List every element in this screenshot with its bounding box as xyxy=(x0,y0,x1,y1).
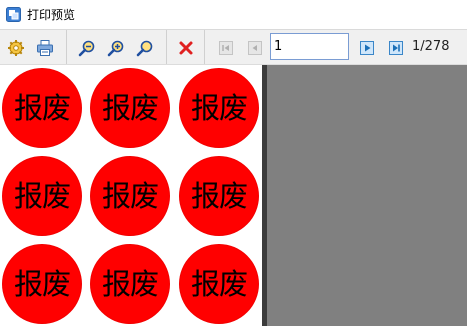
window-title: 打印预览 xyxy=(27,8,76,22)
scrap-stamp: 报废 xyxy=(91,157,169,235)
page-edge-shadow xyxy=(262,65,267,326)
preview-area[interactable]: 报废 报废 报废 报废 报废 报废 报废 报废 报废 xyxy=(0,65,467,326)
prev-page-button[interactable] xyxy=(245,38,265,58)
close-preview-button[interactable] xyxy=(176,38,196,58)
next-page-icon xyxy=(360,41,374,55)
last-page-button[interactable] xyxy=(386,38,406,58)
app-icon xyxy=(6,7,21,22)
scrap-stamp: 报废 xyxy=(180,69,258,147)
scrap-stamp: 报废 xyxy=(180,245,258,323)
scrap-stamp: 报废 xyxy=(3,245,81,323)
first-page-icon xyxy=(219,41,233,55)
close-icon xyxy=(179,41,193,55)
preview-page: 报废 报废 报废 报废 报废 报废 报废 报废 报废 xyxy=(0,65,262,326)
stamp-text: 报废 xyxy=(190,267,248,301)
stamp-text: 报废 xyxy=(190,91,248,125)
scrap-stamp: 报废 xyxy=(91,69,169,147)
stamp-text: 报废 xyxy=(190,179,248,213)
scrap-stamp: 报废 xyxy=(3,69,81,147)
toolbar-group-print xyxy=(0,30,67,64)
page-count-label: 1/278 xyxy=(412,39,450,54)
scrap-stamp: 报废 xyxy=(3,157,81,235)
stamp-text: 报废 xyxy=(101,267,159,301)
next-page-button[interactable] xyxy=(357,38,377,58)
page-number-input[interactable] xyxy=(270,33,349,60)
zoom-out-icon xyxy=(136,40,153,57)
printer-icon xyxy=(37,40,53,56)
title-bar: 打印预览 xyxy=(0,0,467,29)
stamp-text: 报废 xyxy=(13,267,71,301)
toolbar: 1/278 xyxy=(0,29,467,65)
toolbar-group-zoom xyxy=(67,30,167,64)
last-page-icon xyxy=(389,41,403,55)
zoom-out-button[interactable] xyxy=(135,38,155,58)
scrap-stamp: 报废 xyxy=(91,245,169,323)
scrap-stamp: 报废 xyxy=(180,157,258,235)
zoom-fit-button[interactable] xyxy=(77,38,97,58)
settings-button[interactable] xyxy=(6,38,26,58)
zoom-icon xyxy=(78,40,95,57)
first-page-button[interactable] xyxy=(216,38,236,58)
stamp-text: 报废 xyxy=(13,91,71,125)
gear-icon xyxy=(8,40,24,56)
zoom-in-button[interactable] xyxy=(106,38,126,58)
print-button[interactable] xyxy=(35,38,55,58)
stamp-text: 报废 xyxy=(101,179,159,213)
zoom-in-icon xyxy=(107,40,124,57)
stamp-text: 报废 xyxy=(101,91,159,125)
stamp-text: 报废 xyxy=(13,179,71,213)
prev-page-icon xyxy=(248,41,262,55)
toolbar-group-close xyxy=(167,30,205,64)
